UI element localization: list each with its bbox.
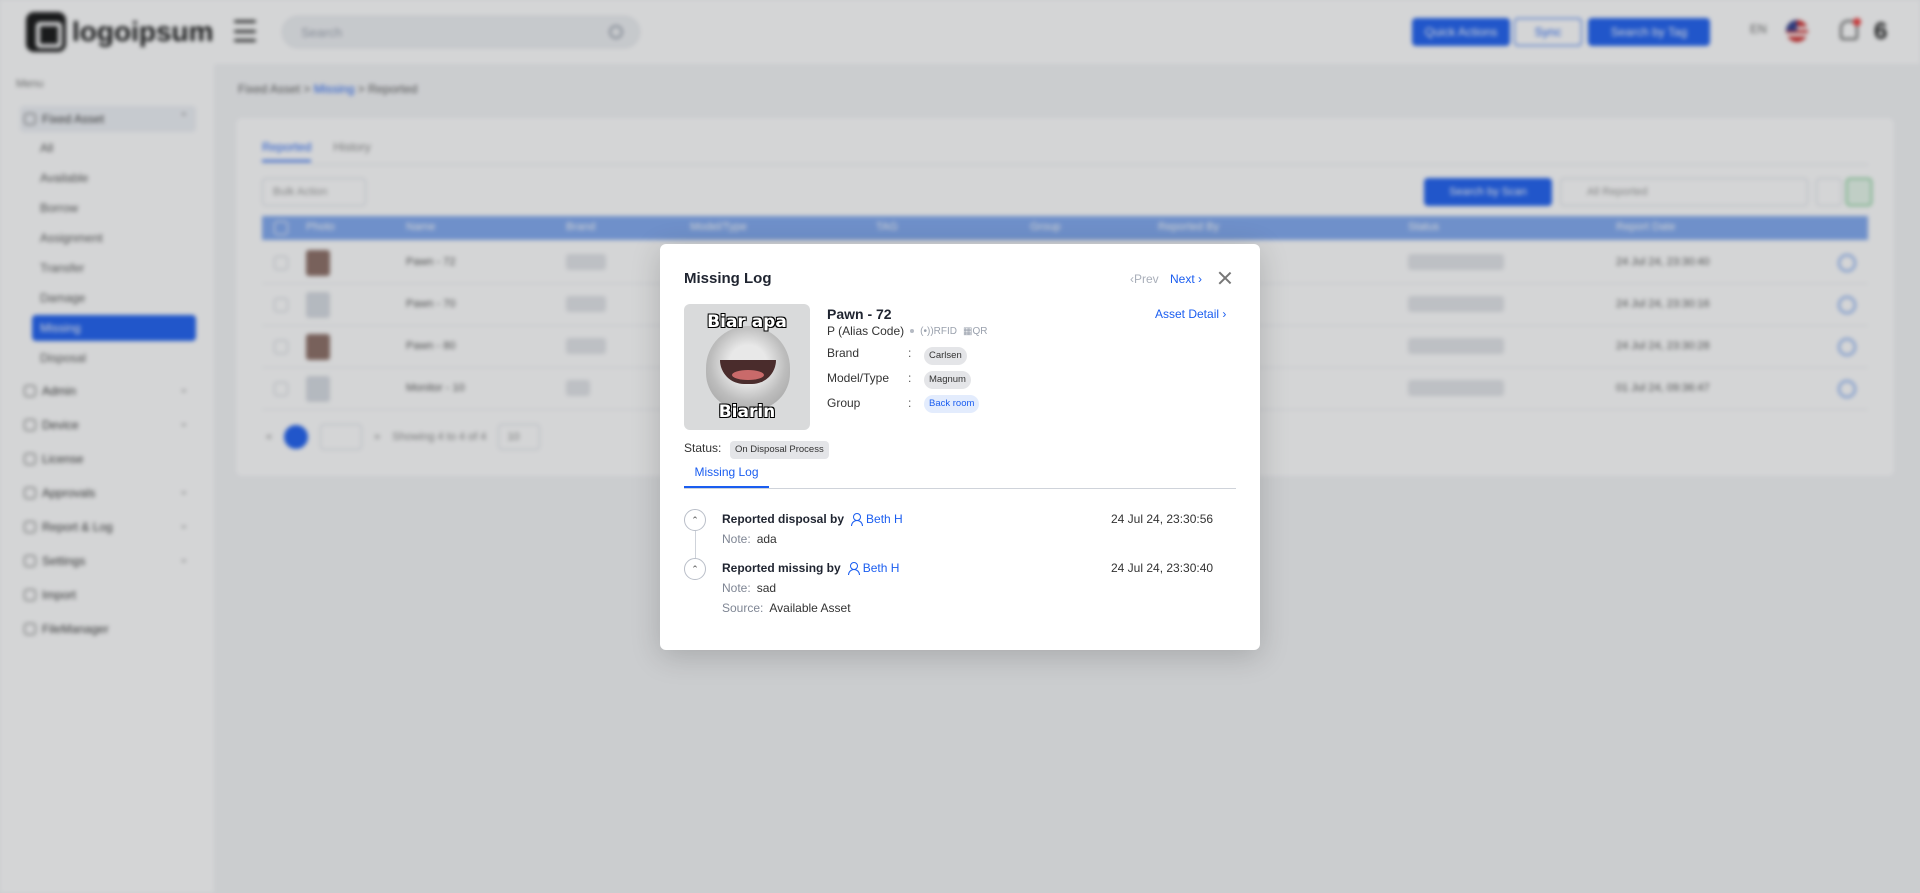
group-label: Group: [827, 396, 861, 410]
colon: :: [908, 396, 912, 410]
modal-title: Missing Log: [684, 270, 772, 287]
brand-chip: Carlsen: [924, 347, 967, 365]
asset-alias-row: P (Alias Code) (•))RFID ▦QR: [827, 324, 987, 338]
log-entry-title: Reported disposal by Beth H: [722, 512, 903, 526]
colon: :: [908, 371, 912, 385]
asset-alias: P (Alias Code): [827, 324, 905, 338]
collapse-toggle-icon[interactable]: ⌃: [684, 558, 706, 580]
collapse-toggle-icon[interactable]: ⌃: [684, 509, 706, 531]
tab-divider: [684, 488, 1236, 489]
photo-caption-top: Biar apa: [707, 312, 787, 332]
status-label: Status:: [684, 441, 722, 455]
log-user-link[interactable]: Beth H: [850, 512, 903, 526]
separator-dot: [910, 329, 915, 333]
status-badge: On Disposal Process: [730, 441, 829, 459]
log-note: Note: sad: [722, 581, 777, 595]
group-chip: Back room: [924, 395, 980, 413]
asset-detail-link[interactable]: Asset Detail ›: [1155, 307, 1226, 321]
qr-tag: ▦QR: [962, 325, 988, 337]
brand-label: Brand: [827, 346, 860, 360]
prev-button[interactable]: ‹Prev: [1130, 272, 1159, 286]
close-icon[interactable]: [1216, 269, 1234, 287]
next-button[interactable]: Next ›: [1170, 272, 1202, 286]
missing-log-modal: Missing Log ‹Prev Next › Biar apa Biarin…: [660, 244, 1260, 650]
colon: :: [908, 346, 912, 360]
log-source: Source: Available Asset: [722, 601, 851, 615]
log-note: Note: ada: [722, 532, 777, 546]
model-type-label: Model/Type: [827, 371, 890, 385]
asset-name: Pawn - 72: [827, 306, 892, 322]
tab-missing-log[interactable]: Missing Log: [684, 465, 769, 488]
model-type-chip: Magnum: [924, 371, 971, 389]
asset-photo: Biar apa Biarin: [684, 304, 810, 430]
user-icon: [847, 562, 860, 575]
log-user-link[interactable]: Beth H: [847, 561, 899, 575]
log-entry-title: Reported missing by Beth H: [722, 561, 900, 575]
log-timestamp: 24 Jul 24, 23:30:40: [1111, 561, 1214, 575]
user-icon: [850, 513, 864, 526]
rfid-tag: (•))RFID: [920, 325, 957, 337]
timeline-connector: [695, 531, 696, 561]
log-timestamp: 24 Jul 24, 23:30:56: [1111, 512, 1214, 526]
photo-caption-bottom: Biarin: [718, 402, 776, 422]
